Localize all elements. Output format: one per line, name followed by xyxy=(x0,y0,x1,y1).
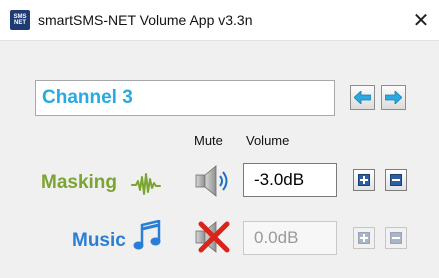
music-volume-up-button[interactable] xyxy=(353,227,375,249)
arrow-right-icon xyxy=(385,91,402,104)
music-label: Music xyxy=(72,230,126,251)
masking-volume-down-button[interactable] xyxy=(385,169,407,191)
minus-icon xyxy=(390,174,402,186)
speaker-icon[interactable] xyxy=(195,164,235,198)
minus-icon xyxy=(390,232,402,244)
app-icon-line-2: NET xyxy=(14,20,26,26)
masking-volume-field[interactable]: -3.0dB xyxy=(243,163,337,197)
close-icon: ✕ xyxy=(412,9,430,32)
mute-header: Mute xyxy=(194,133,223,148)
volume-header: Volume xyxy=(246,133,290,148)
masking-label: Masking xyxy=(41,172,118,193)
channel-name: Channel 3 xyxy=(42,87,133,108)
app-icon: SMS NET xyxy=(10,10,30,30)
title-bar: SMS NET smartSMS-NET Volume App v3.3n ✕ xyxy=(0,0,439,41)
channel-field[interactable]: Channel 3 xyxy=(35,80,335,116)
music-volume-field[interactable]: 0.0dB xyxy=(243,221,337,255)
waveform-icon xyxy=(131,173,161,195)
window-title: smartSMS-NET Volume App v3.3n xyxy=(38,12,253,28)
masking-volume-up-button[interactable] xyxy=(353,169,375,191)
next-channel-button[interactable] xyxy=(381,85,406,110)
plus-icon xyxy=(358,232,370,244)
arrow-left-icon xyxy=(354,91,371,104)
app-window: SMS NET smartSMS-NET Volume App v3.3n ✕ … xyxy=(0,0,439,278)
previous-channel-button[interactable] xyxy=(350,85,375,110)
plus-icon xyxy=(358,174,370,186)
close-button[interactable]: ✕ xyxy=(403,0,439,40)
speaker-muted-icon[interactable] xyxy=(195,220,235,254)
music-note-icon xyxy=(133,220,161,250)
music-volume-down-button[interactable] xyxy=(385,227,407,249)
